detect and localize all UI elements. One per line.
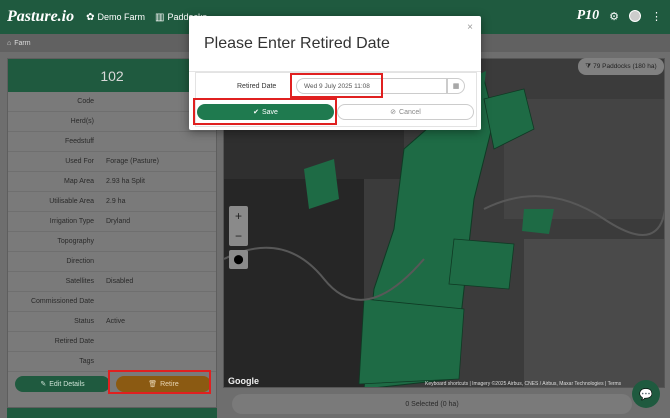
attribute-key: Utilisable Area xyxy=(49,198,94,205)
attribute-key: Code xyxy=(77,98,94,105)
attribute-value: Dryland xyxy=(106,218,131,225)
attribute-row: Map Area 2.93 ha Split xyxy=(8,172,216,192)
paddocks-filter-button[interactable]: ⧩ 79 Paddocks (180 ha) xyxy=(578,58,664,75)
attribute-key: Topography xyxy=(57,238,94,245)
attribute-key: Direction xyxy=(66,258,94,265)
selected-summary: 0 Selected (0 ha) xyxy=(232,394,632,414)
brand-p10: P10 xyxy=(576,8,600,23)
attribute-row: Retired Date xyxy=(8,332,216,352)
modal-title: Please Enter Retired Date xyxy=(204,35,390,52)
attribute-row: Utilisable Area 2.9 ha xyxy=(8,192,216,212)
attribute-row: Herd(s) xyxy=(8,112,216,132)
chat-icon: 💬 xyxy=(639,388,653,401)
attribute-key: Irrigation Type xyxy=(49,218,94,225)
attribute-row: Commissioned Date xyxy=(8,292,216,312)
attribute-row: Irrigation Type Dryland xyxy=(8,212,216,232)
attribute-value: 2.93 ha Split xyxy=(106,178,145,185)
attribute-row: Direction xyxy=(8,252,216,272)
attribute-key: Map Area xyxy=(64,178,94,185)
map-icon: ▥ xyxy=(155,11,165,23)
attribute-key: Satellites xyxy=(65,278,94,285)
attribute-row: Code xyxy=(8,92,216,112)
leaf-icon: ✿ xyxy=(86,11,95,23)
attribute-value: Disabled xyxy=(106,278,134,285)
zoom-out-button[interactable]: − xyxy=(229,226,248,246)
paddock-details-panel: 102 Code Herd(s) Feedstuff Used For Forage (… xyxy=(7,58,217,408)
avatar-icon[interactable] xyxy=(629,10,641,22)
attribute-key: Retired Date xyxy=(54,338,94,345)
close-icon[interactable]: × xyxy=(467,22,473,33)
attribute-value: Forage (Pasture) xyxy=(106,158,159,165)
attribute-key: Used For xyxy=(65,158,94,165)
edit-details-label: Edit Details xyxy=(49,380,85,388)
home-icon[interactable]: ⌂ xyxy=(7,40,11,47)
retired-date-modal: Please Enter Retired Date × Retired Date… xyxy=(189,16,481,130)
pencil-icon: ✎ xyxy=(40,381,47,388)
nav-farm-label: Demo Farm xyxy=(97,12,146,22)
location-pin-icon: ⬤ xyxy=(233,254,244,264)
paddock-title: 102 xyxy=(8,59,216,92)
edit-details-button[interactable]: ✎ Edit Details xyxy=(15,376,110,392)
filter-icon: ⧩ xyxy=(585,62,592,70)
google-logo: Google xyxy=(228,376,259,386)
save-highlight-box xyxy=(193,98,337,125)
zoom-in-button[interactable]: + xyxy=(229,206,248,226)
attribute-value: 2.9 ha xyxy=(106,198,126,205)
map-attribution[interactable]: Keyboard shortcuts | Imagery ©2025 Airbu… xyxy=(425,381,621,387)
attribute-row: Feedstuff xyxy=(8,132,216,152)
attribute-key: Status xyxy=(74,318,94,325)
paddock-attributes: Code Herd(s) Feedstuff Used For Forage (Past… xyxy=(8,92,216,372)
breadcrumb-farm[interactable]: Farm xyxy=(14,40,30,47)
attribute-key: Commissioned Date xyxy=(30,298,94,305)
date-highlight-box xyxy=(290,73,383,98)
cancel-button[interactable]: ⊘ Cancel xyxy=(337,104,474,120)
nav-farm[interactable]: ✿ Demo Farm xyxy=(86,12,145,23)
paddocks-count: 79 Paddocks (180 ha) xyxy=(593,63,657,70)
attribute-row: Topography xyxy=(8,232,216,252)
attribute-key: Feedstuff xyxy=(64,138,94,145)
gear-icon[interactable]: ⚙ xyxy=(609,10,619,23)
attribute-key: Herd(s) xyxy=(70,118,94,125)
location-pin-button[interactable]: ⬤ xyxy=(229,250,248,269)
cancel-icon: ⊘ xyxy=(390,109,397,116)
attribute-key: Tags xyxy=(79,358,94,365)
panel-bottom-strip xyxy=(7,408,217,418)
zoom-controls: + − xyxy=(229,206,248,246)
more-menu-icon[interactable]: ⋮ xyxy=(651,10,662,23)
app-logo[interactable]: Pasture.io xyxy=(7,8,74,26)
retired-date-label: Retired Date xyxy=(237,83,277,90)
chat-button[interactable]: 💬 xyxy=(632,380,660,408)
attribute-row: Tags xyxy=(8,352,216,372)
attribute-row: Satellites Disabled xyxy=(8,272,216,292)
top-right-controls: P10 ⚙ ⋮ xyxy=(577,8,662,24)
attribute-row: Used For Forage (Pasture) xyxy=(8,152,216,172)
attribute-value: Active xyxy=(106,318,126,325)
attribute-row: Status Active xyxy=(8,312,216,332)
retire-highlight-box xyxy=(108,370,211,394)
cancel-label: Cancel xyxy=(399,108,421,116)
calendar-icon[interactable]: ▦ xyxy=(447,78,465,94)
